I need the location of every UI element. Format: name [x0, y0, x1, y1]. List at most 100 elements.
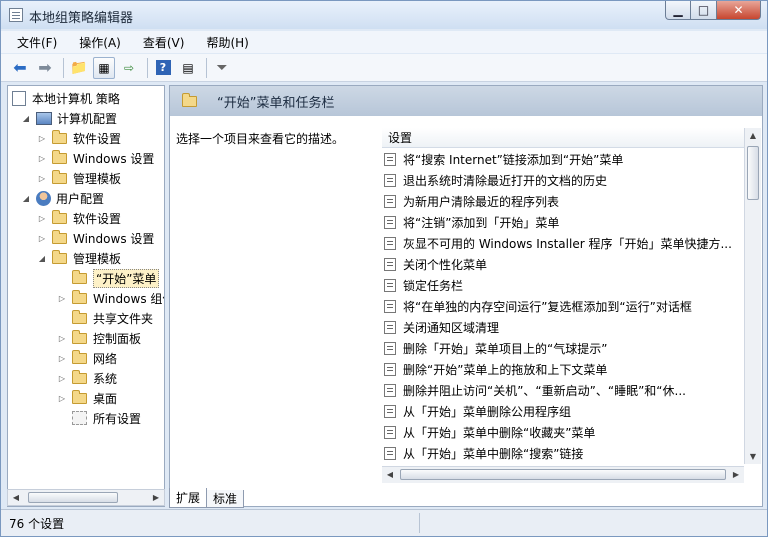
- menu-view[interactable]: 查看(V): [139, 32, 189, 53]
- settings-horizontal-scrollbar[interactable]: ◀ ▶: [382, 466, 744, 483]
- tree-item[interactable]: ◢ 管理模板: [38, 248, 121, 268]
- folder-icon: [72, 389, 87, 404]
- menu-file[interactable]: 文件(F): [13, 32, 61, 53]
- setting-label: 退出系统时清除最近打开的文档的历史: [403, 174, 608, 188]
- setting-row[interactable]: 将“搜索 Internet”链接添加到“开始”菜单: [384, 149, 744, 170]
- help-button[interactable]: ?: [152, 57, 174, 79]
- setting-row[interactable]: 从「开始」菜单删除公用程序组: [384, 401, 744, 422]
- collapsed-arrow-icon[interactable]: ▷: [38, 174, 46, 183]
- collapsed-arrow-icon[interactable]: ▷: [58, 394, 66, 403]
- tree-item-label: Windows 组件: [93, 291, 164, 306]
- collapsed-arrow-icon[interactable]: ▷: [58, 374, 66, 383]
- setting-row[interactable]: 退出系统时清除最近打开的文档的历史: [384, 170, 744, 191]
- back-icon: ⬅: [13, 58, 27, 77]
- help-icon: ?: [155, 60, 171, 75]
- maximize-button[interactable]: □: [691, 1, 717, 20]
- tree-pane[interactable]: 本地计算机 策略 ◢ 计算机配置 ▷ 软件设置 ▷ Windows 设置 ▷ 管理模板 ◢ 用户配置…: [7, 85, 165, 507]
- tree-item[interactable]: 所有设置: [58, 408, 141, 428]
- tab-standard[interactable]: 标准: [206, 490, 245, 508]
- folder-icon: [72, 349, 87, 364]
- setting-row[interactable]: 关闭通知区域清理: [384, 317, 744, 338]
- forward-button[interactable]: ➡: [34, 57, 56, 79]
- folder-icon: [52, 149, 67, 164]
- title-bar[interactable]: 本地组策略编辑器 ▁ □ ✕: [1, 1, 767, 29]
- properties-button[interactable]: ▤: [177, 57, 199, 79]
- scroll-left-icon[interactable]: ◀: [382, 467, 398, 482]
- settings-vertical-scrollbar[interactable]: ▲ ▼: [744, 128, 761, 464]
- setting-row[interactable]: 从「开始」菜单中删除“搜索”链接: [384, 443, 744, 464]
- minimize-button[interactable]: ▁: [665, 1, 691, 20]
- setting-label: 将“注销”添加到「开始」菜单: [403, 216, 560, 230]
- tree-item[interactable]: ▷ 系统: [58, 368, 117, 388]
- setting-label: 删除“开始”菜单上的拖放和上下文菜单: [403, 363, 608, 377]
- tree-item[interactable]: 共享文件夹: [58, 308, 153, 328]
- tree-item[interactable]: 本地计算机 策略: [12, 88, 120, 108]
- expanded-arrow-icon[interactable]: ◢: [22, 194, 30, 203]
- collapsed-arrow-icon[interactable]: ▷: [58, 334, 66, 343]
- view-tabs: 扩展 标准: [169, 488, 245, 508]
- setting-row[interactable]: 锁定任务栏: [384, 275, 744, 296]
- tree-item[interactable]: ▷ Windows 设置: [38, 148, 154, 168]
- policy-setting-icon: [384, 405, 396, 418]
- collapsed-arrow-icon[interactable]: ▷: [58, 354, 66, 363]
- collapsed-arrow-icon[interactable]: ▷: [38, 134, 46, 143]
- up-folder-button[interactable]: 📁: [68, 57, 90, 79]
- scroll-right-icon[interactable]: ▶: [148, 490, 164, 505]
- scroll-up-icon[interactable]: ▲: [745, 128, 761, 143]
- menu-help[interactable]: 帮助(H): [202, 32, 252, 53]
- settings-column-header[interactable]: 设置: [382, 128, 744, 148]
- tree-item-label: Windows 设置: [73, 151, 155, 166]
- scroll-right-icon[interactable]: ▶: [728, 467, 744, 482]
- folder-icon: [72, 289, 87, 304]
- folder-icon: [72, 309, 87, 324]
- folder-icon: [52, 169, 67, 184]
- back-button[interactable]: ⬅: [9, 57, 31, 79]
- setting-row[interactable]: 删除并阻止访问“关机”、“重新启动”、“睡眠”和“休...: [384, 380, 744, 401]
- tree-item[interactable]: ▷ 网络: [58, 348, 117, 368]
- setting-row[interactable]: 将“注销”添加到「开始」菜单: [384, 212, 744, 233]
- export-list-button[interactable]: ⇨: [118, 57, 140, 79]
- filter-button[interactable]: ⏷: [211, 57, 233, 79]
- collapsed-arrow-icon[interactable]: ▷: [58, 294, 66, 303]
- tree-item-label: 共享文件夹: [93, 311, 154, 326]
- scroll-thumb[interactable]: [747, 146, 759, 200]
- setting-row[interactable]: 删除「开始」菜单项目上的“气球提示”: [384, 338, 744, 359]
- window-title: 本地组策略编辑器: [29, 11, 134, 26]
- tree-item[interactable]: ▷ 控制面板: [58, 328, 141, 348]
- setting-row[interactable]: 将“在单独的内存空间运行”复选框添加到“运行”对话框: [384, 296, 744, 317]
- close-button[interactable]: ✕: [717, 1, 761, 20]
- tree-item[interactable]: ◢ 计算机配置: [22, 108, 117, 128]
- expanded-arrow-icon[interactable]: ◢: [38, 254, 46, 263]
- setting-row[interactable]: 从「开始」菜单中删除“收藏夹”菜单: [384, 422, 744, 443]
- forward-icon: ➡: [38, 58, 52, 77]
- tree-item[interactable]: ▷ 软件设置: [38, 128, 121, 148]
- tree-item[interactable]: ▷ Windows 组件: [58, 288, 164, 308]
- scroll-thumb[interactable]: [400, 469, 726, 480]
- collapsed-arrow-icon[interactable]: ▷: [38, 154, 46, 163]
- scroll-left-icon[interactable]: ◀: [8, 490, 24, 505]
- folder-icon: [72, 329, 87, 344]
- show-hide-tree-button[interactable]: ▦: [93, 56, 115, 79]
- expanded-arrow-icon[interactable]: ◢: [22, 114, 30, 123]
- tree-item[interactable]: ▷ 管理模板: [38, 168, 121, 188]
- setting-row[interactable]: 删除“开始”菜单上的拖放和上下文菜单: [384, 359, 744, 380]
- tree-item[interactable]: ▷ 软件设置: [38, 208, 121, 228]
- tree-item[interactable]: ▷ 桌面: [58, 388, 117, 408]
- setting-label: 将“在单独的内存空间运行”复选框添加到“运行”对话框: [403, 300, 692, 314]
- collapsed-arrow-icon[interactable]: ▷: [38, 234, 46, 243]
- menu-bar: 文件(F) 操作(A) 查看(V) 帮助(H): [1, 31, 767, 53]
- setting-row[interactable]: 为新用户清除最近的程序列表: [384, 191, 744, 212]
- tree-item[interactable]: ▷ Windows 设置: [38, 228, 154, 248]
- tree-item-label: 控制面板: [93, 331, 142, 346]
- setting-row[interactable]: 关闭个性化菜单: [384, 254, 744, 275]
- tab-extended[interactable]: 扩展: [169, 488, 208, 508]
- setting-row[interactable]: 灰显不可用的 Windows Installer 程序「开始」菜单快捷方...: [384, 233, 744, 254]
- menu-action[interactable]: 操作(A): [75, 32, 125, 53]
- scroll-down-icon[interactable]: ▼: [745, 449, 761, 464]
- collapsed-arrow-icon[interactable]: ▷: [38, 214, 46, 223]
- setting-label: 为新用户清除最近的程序列表: [403, 195, 560, 209]
- tree-horizontal-scrollbar[interactable]: ◀ ▶: [7, 489, 165, 506]
- scroll-thumb[interactable]: [28, 492, 118, 503]
- tree-item[interactable]: “开始”菜单: [58, 268, 160, 288]
- tree-item[interactable]: ◢ 用户配置: [22, 188, 104, 208]
